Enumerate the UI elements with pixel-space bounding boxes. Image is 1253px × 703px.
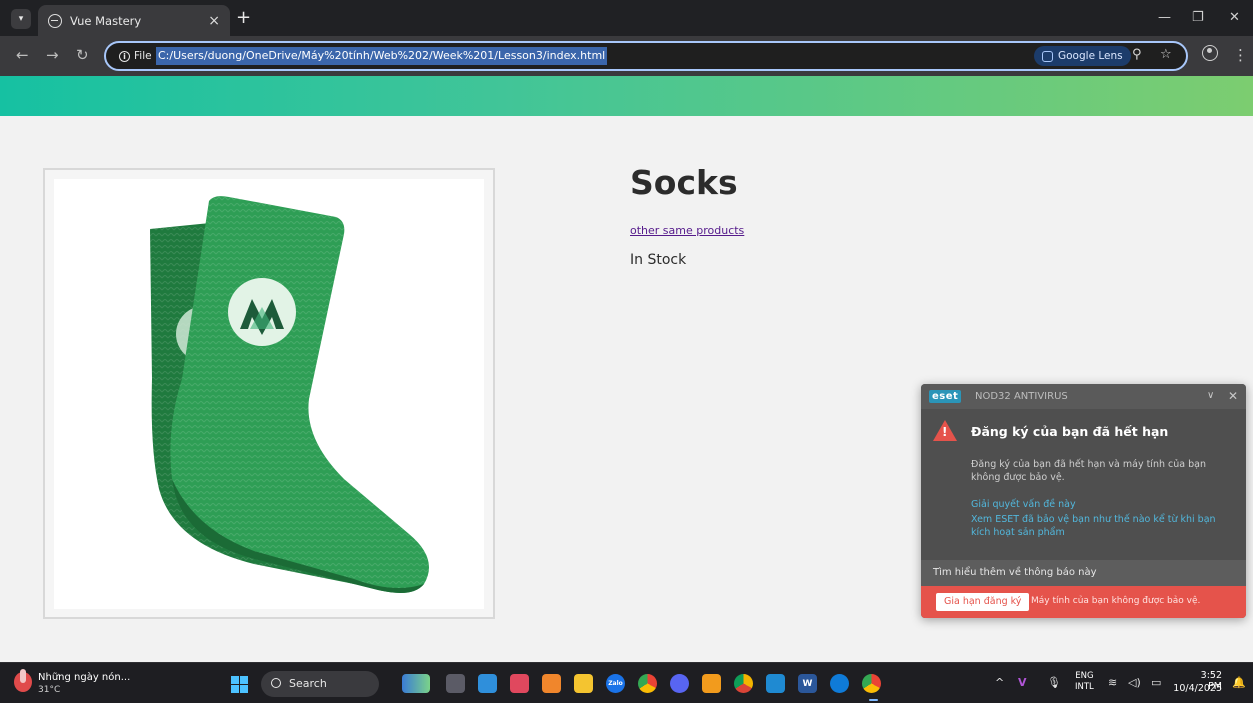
eset-product-name: NOD32 ANTIVIRUS [975,391,1068,402]
lens-icon [1042,50,1053,62]
socks-illustration [150,196,429,593]
site-info-chip[interactable]: i File [113,47,158,65]
resolve-issue-link[interactable]: Giải quyết vấn đề này [971,499,1076,510]
eset-notification: eset NOD32 ANTIVIRUS ∨ ✕ ! Đăng ký của b… [921,384,1246,618]
weather-icon[interactable] [14,669,32,692]
battery-icon[interactable]: ▭ [1151,676,1161,689]
eset-footer: Gia hạn đăng ký Máy tính của bạn không đ… [921,586,1246,618]
close-icon[interactable]: ✕ [1228,389,1238,403]
notification-bell-icon[interactable]: 🔔 [1232,676,1246,689]
tab-close-icon[interactable]: × [208,13,220,29]
microphone-icon[interactable]: 🎙 [1047,676,1061,689]
zoom-icon[interactable]: ⚲ [1132,47,1142,62]
protection-history-link[interactable]: Xem ESET đã bảo vệ bạn như thế nào kể từ… [971,513,1221,539]
profile-icon[interactable] [1202,45,1218,61]
address-bar[interactable]: i File C:/Users/duong/OneDrive/Máy%20tín… [104,41,1188,71]
other-products-link[interactable]: other same products [630,224,744,237]
microsoft-store-icon[interactable] [510,674,529,693]
antivirus-tray-icon[interactable]: V [1018,676,1027,689]
windows-start-icon[interactable] [231,676,248,693]
globe-icon [48,13,62,28]
weather-temperature: 31°C [38,685,61,695]
browser-toolbar: ← → ↻ i File C:/Users/duong/OneDrive/Máy… [0,36,1253,76]
vscode-icon[interactable] [766,674,785,693]
restore-icon[interactable]: ❐ [1192,10,1204,25]
tray-overflow-icon[interactable]: ^ [995,676,1004,689]
browser-tab-strip: ▾ Vue Mastery × + — ❐ ✕ [0,0,1253,36]
close-window-icon[interactable]: ✕ [1229,10,1240,25]
task-view-icon[interactable] [446,674,465,693]
product-image-frame [43,168,495,619]
learn-more-link[interactable]: Tìm hiểu thêm về thông báo này [921,560,1246,586]
product-image [54,179,484,609]
windows-taskbar: Những ngày nón... 31°C Search Zalo W ^ V… [0,662,1253,703]
eset-footer-text: Máy tính của bạn không được bảo vệ. [1031,596,1201,606]
minimize-icon[interactable]: — [1158,10,1171,25]
renew-subscription-button[interactable]: Gia hạn đăng ký [936,593,1030,611]
info-icon: i [119,50,130,62]
google-lens-label: Google Lens [1058,50,1123,62]
bookmark-star-icon[interactable]: ☆ [1160,47,1172,62]
notepad-icon[interactable] [478,674,497,693]
weather-title[interactable]: Những ngày nón... [38,672,130,683]
new-tab-button[interactable]: + [236,8,251,28]
word-icon[interactable]: W [798,674,817,693]
files-app-icon[interactable] [542,674,561,693]
back-icon[interactable]: ← [16,46,29,64]
reload-icon[interactable]: ↻ [76,46,89,64]
edge-icon[interactable] [830,674,849,693]
discord-icon[interactable] [670,674,689,693]
taskbar-search[interactable]: Search [261,671,379,697]
chevron-down-icon[interactable]: ∨ [1207,390,1214,401]
warning-icon: ! [933,420,957,441]
nav-bar [0,76,1253,116]
product-title: Socks [630,163,738,202]
language-code: ENG [1075,671,1094,681]
eset-logo: eset [929,390,962,403]
eset-header: eset NOD32 ANTIVIRUS ∨ ✕ [921,384,1246,409]
wifi-icon[interactable]: ≋ [1108,676,1117,689]
url-field[interactable]: C:/Users/duong/OneDrive/Máy%20tính/Web%2… [156,47,608,65]
keyboard-layout: INTL [1075,682,1094,692]
chrome-canary-icon[interactable] [734,674,753,693]
volume-icon[interactable]: ◁) [1128,676,1141,689]
more-menu-icon[interactable]: ⋮ [1233,46,1248,64]
orange-app-icon[interactable] [702,674,721,693]
eset-title: Đăng ký của bạn đã hết hạn [971,424,1169,439]
chrome-icon[interactable] [638,674,657,693]
tab-title: Vue Mastery [70,13,142,28]
copilot-icon[interactable] [402,674,430,693]
tab-search-dropdown-icon[interactable]: ▾ [11,9,31,29]
site-info-label: File [134,50,152,62]
forward-icon[interactable]: → [46,46,59,64]
google-lens-button[interactable]: Google Lens [1034,46,1131,66]
chrome-active-icon[interactable] [862,674,881,693]
stock-status: In Stock [630,252,687,268]
file-explorer-icon[interactable] [574,674,593,693]
clock-date[interactable]: 10/4/2025 [1172,683,1222,694]
browser-tab-active[interactable]: Vue Mastery × [38,5,230,36]
language-indicator[interactable]: ENG INTL [1075,671,1094,693]
zalo-icon[interactable]: Zalo [606,674,625,693]
active-app-indicator [869,699,878,701]
eset-body-text: Đăng ký của bạn đã hết hạn và máy tính c… [971,459,1206,483]
